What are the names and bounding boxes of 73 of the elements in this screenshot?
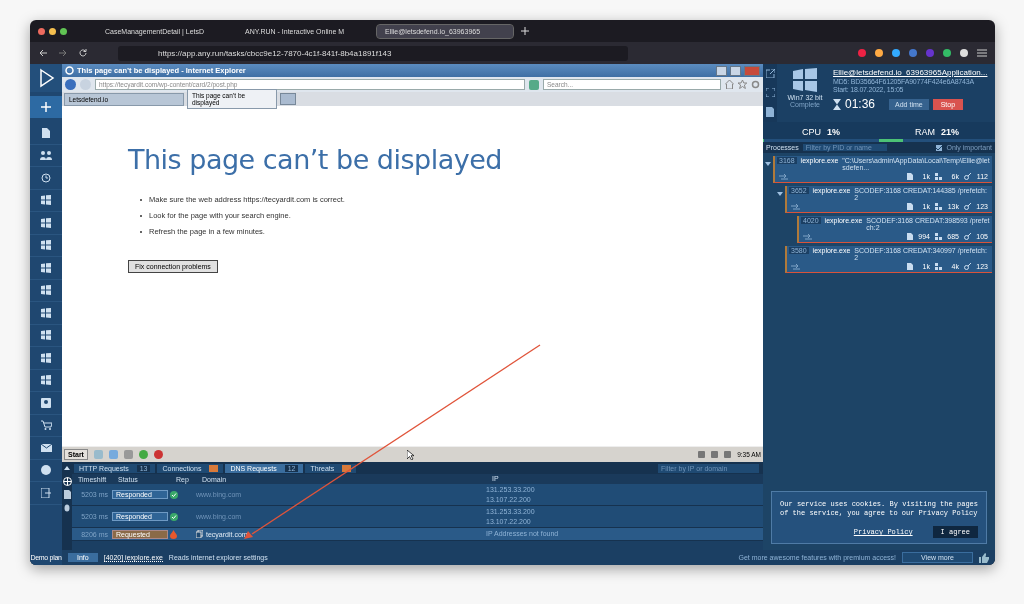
fullscreen-icon[interactable] xyxy=(765,88,775,97)
extension-icon[interactable] xyxy=(960,49,968,57)
windows-logo-icon xyxy=(792,68,818,92)
mail-icon[interactable] xyxy=(40,443,52,452)
copy-icon[interactable] xyxy=(196,530,203,538)
arrows-icon xyxy=(791,263,800,270)
arrows-icon xyxy=(791,203,800,210)
back-icon[interactable] xyxy=(38,48,48,58)
new-tab-icon[interactable] xyxy=(521,27,529,35)
registry-icon xyxy=(935,233,942,240)
user-icon[interactable] xyxy=(41,397,51,408)
ie-logo-icon xyxy=(65,66,74,75)
forward-icon[interactable] xyxy=(58,48,68,58)
arrows-icon xyxy=(803,233,812,240)
back-button[interactable] xyxy=(65,79,76,90)
caret-icon[interactable] xyxy=(765,162,771,166)
windows-icon[interactable] xyxy=(41,217,51,228)
registry-icon xyxy=(935,203,942,210)
bug-icon[interactable] xyxy=(63,503,71,512)
star-icon[interactable] xyxy=(738,80,747,89)
modules-icon xyxy=(964,203,971,210)
windows-icon[interactable] xyxy=(41,352,51,363)
play-logo-icon[interactable] xyxy=(30,64,62,92)
windows-icon[interactable] xyxy=(41,195,51,206)
external-link-icon[interactable] xyxy=(765,69,775,78)
history-icon[interactable] xyxy=(41,172,51,183)
file-icon xyxy=(907,173,913,180)
windows-icon[interactable] xyxy=(41,330,51,341)
reload-icon[interactable] xyxy=(78,48,88,58)
meter-label: RAM xyxy=(915,127,935,137)
windows-icon[interactable] xyxy=(41,262,51,273)
zoom-button[interactable] xyxy=(60,27,67,35)
windows-icon[interactable] xyxy=(41,375,51,386)
cart-icon[interactable] xyxy=(40,420,52,431)
registry-icon xyxy=(935,173,942,180)
windows-icon[interactable] xyxy=(41,285,51,296)
timer: 01:36 xyxy=(845,97,876,111)
thumbs-up-icon[interactable] xyxy=(979,552,989,563)
arrows-icon xyxy=(779,173,788,180)
extension-icon[interactable] xyxy=(943,49,951,57)
file-icon xyxy=(907,233,913,240)
meter-reading: 21% xyxy=(941,127,959,137)
file-icon xyxy=(907,203,913,210)
modules-icon xyxy=(964,173,971,180)
registry-icon xyxy=(935,263,942,270)
windows-icon[interactable] xyxy=(41,240,51,251)
task-name: Ellie@letsdefend.io_63963965Application... xyxy=(833,68,989,77)
file-icon[interactable] xyxy=(42,127,50,138)
exit-icon[interactable] xyxy=(41,487,51,498)
address-field[interactable]: https://app.any.run/tasks/cbcc9e12-7870-4c1f-841f-8b4a1891f143 xyxy=(118,45,628,61)
cursor-icon xyxy=(406,449,415,460)
modules-icon xyxy=(964,233,971,240)
caret-icon[interactable] xyxy=(777,192,783,196)
people-icon[interactable] xyxy=(40,150,52,161)
home-icon[interactable] xyxy=(725,80,734,89)
checkbox[interactable] xyxy=(936,144,943,151)
new-task-button[interactable] xyxy=(30,96,62,118)
modules-icon xyxy=(964,263,971,270)
extension-icon[interactable] xyxy=(875,49,883,57)
hourglass-icon xyxy=(833,98,841,110)
error-heading: This page can’t be displayed xyxy=(128,144,503,175)
menu-icon[interactable] xyxy=(977,49,987,57)
file-icon xyxy=(907,263,913,270)
globe-icon[interactable] xyxy=(62,477,72,486)
minimize-button[interactable] xyxy=(49,27,56,35)
maximize-button[interactable] xyxy=(730,65,741,76)
plus-icon xyxy=(41,102,51,112)
meter-label: CPU xyxy=(802,127,821,137)
meter-reading: 1% xyxy=(827,127,840,137)
close-button[interactable] xyxy=(38,27,45,35)
windows-icon[interactable] xyxy=(41,307,51,318)
collapse-icon[interactable] xyxy=(64,466,70,470)
extension-icon[interactable] xyxy=(892,49,900,57)
